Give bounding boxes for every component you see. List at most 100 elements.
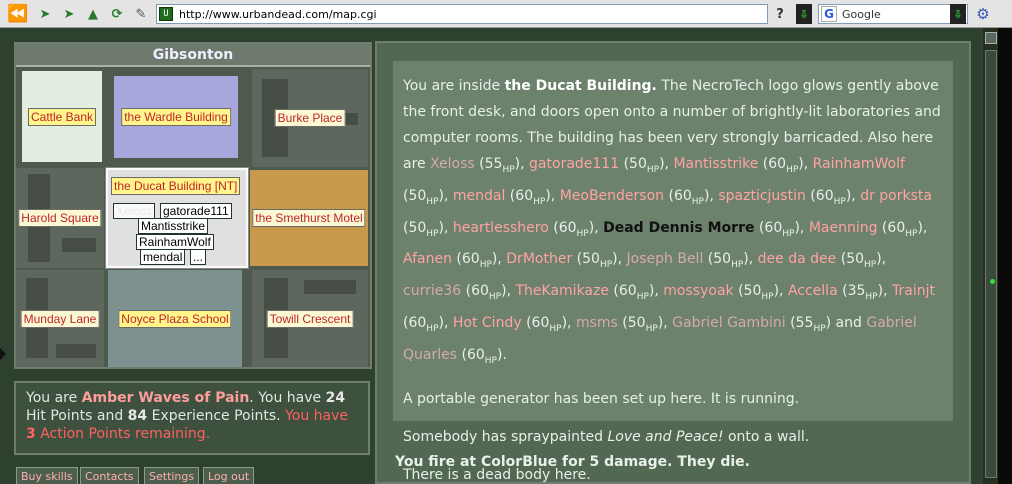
home-icon[interactable]: ⟳ — [108, 4, 126, 24]
player-hp-value: 55 — [484, 156, 503, 172]
move-button-noyce-plaza-school[interactable]: Noyce Plaza School — [118, 309, 232, 328]
player-link[interactable]: MeoBenderson — [560, 188, 664, 204]
player-link[interactable]: Afanen — [403, 251, 452, 267]
bookmark-icon[interactable]: ✎ — [132, 4, 150, 24]
gear-icon[interactable]: ⚙ — [974, 4, 992, 24]
hp-label: HP — [488, 291, 502, 302]
player-link[interactable]: Joseph Bell — [627, 251, 704, 267]
hp-label: HP — [865, 291, 878, 302]
player-link[interactable]: spazticjustin — [718, 188, 806, 204]
hp-label: HP — [502, 164, 515, 175]
survivor-chip-xeloss[interactable]: Xeloss — [113, 203, 156, 219]
graffiti-prefix: Somebody has spraypainted — [403, 428, 608, 445]
browser-toolbar: ⏪ ➤ ➤ ▲ ⟳ ✎ U http://www.urbandead.com/m… — [0, 0, 1012, 28]
description-intro: You are inside — [403, 78, 505, 94]
address-bar-url[interactable]: http://www.urbandead.com/map.cgi — [179, 8, 377, 21]
road-texture — [62, 238, 96, 252]
search-go-icon[interactable]: ⇩ — [950, 4, 966, 24]
player-link[interactable]: Maenning — [809, 220, 878, 236]
player-link[interactable]: heartlesshero — [453, 220, 549, 236]
hp-label: HP — [691, 196, 704, 207]
map-cell-munday-lane: Munday Lane — [16, 270, 104, 367]
survivor-chip-mantisstrike[interactable]: Mantisstrike — [138, 218, 209, 234]
hp-label: HP — [636, 291, 649, 302]
game-page: Gibsonton Cattle Bank the Wardle Buildin… — [0, 28, 982, 484]
player-hp-value: 60 — [887, 219, 906, 236]
player-link[interactable]: gatorade111 — [529, 156, 619, 172]
move-button-wardle-building[interactable]: the Wardle Building — [121, 108, 231, 126]
player-link[interactable]: dr porksta — [860, 188, 932, 204]
help-icon[interactable]: ? — [772, 4, 788, 24]
player-hp-value: 60 — [618, 283, 637, 300]
search-input[interactable]: G Google — [818, 4, 968, 24]
hp-label: HP — [905, 228, 918, 239]
move-button-burke-place[interactable]: Burke Place — [274, 109, 346, 127]
survivor-chip-rainhamwolf[interactable]: RainhamWolf — [136, 234, 214, 250]
survivor-chip-more[interactable]: ... — [190, 249, 207, 265]
player-link[interactable]: Trainjt — [892, 283, 935, 299]
player-link[interactable]: Dead Dennis Morre — [603, 220, 754, 236]
hp-label: HP — [782, 228, 795, 239]
player-hp-value: 50 — [408, 219, 427, 236]
page-scrollbar[interactable] — [982, 28, 998, 484]
player-link[interactable]: Hot Cindy — [453, 315, 522, 331]
map-cell-burke-place: Burke Place — [252, 69, 368, 167]
player-hp-value: 50 — [582, 251, 600, 268]
move-button-cattle-bank[interactable]: Cattle Bank — [27, 107, 97, 126]
player-hp-value: 60 — [461, 251, 480, 268]
go-arrow-icon[interactable]: ⇩ — [796, 4, 812, 24]
player-link[interactable]: currie36 — [403, 283, 461, 299]
player-link[interactable]: DrMother — [506, 251, 572, 267]
player-link[interactable]: Mantisstrike — [673, 156, 758, 172]
action-points-suffix: Action Points remaining. — [35, 426, 211, 442]
location-panel: You are inside the Ducat Building. The N… — [375, 41, 971, 484]
description-paragraph: You are inside the Ducat Building. The N… — [403, 73, 943, 374]
move-button-towill-crescent[interactable]: Towill Crescent — [266, 309, 354, 328]
forward-icon[interactable]: ➤ — [36, 4, 54, 24]
player-hp-value: 55 — [795, 314, 814, 331]
hp-label: HP — [426, 228, 439, 239]
player-link[interactable]: RainhamWolf — [813, 156, 905, 172]
player-link[interactable]: Gabriel Gambini — [672, 315, 786, 331]
player-hp-value: 60 — [408, 314, 427, 331]
player-hp-value: 60 — [558, 219, 577, 236]
hp-label: HP — [479, 260, 492, 271]
hp-label: HP — [813, 323, 826, 334]
player-link[interactable]: mossyoak — [663, 283, 733, 299]
player-hp-value: 60 — [531, 314, 550, 331]
hp-label: HP — [484, 355, 497, 366]
scroll-up-arrow-icon[interactable] — [985, 32, 997, 44]
scroll-thumb[interactable] — [985, 50, 997, 478]
player-hp-value: 60 — [515, 187, 534, 204]
contacts-button[interactable]: Contacts — [80, 467, 139, 484]
survivor-chip-gatorade111[interactable]: gatorade111 — [160, 203, 232, 219]
graffiti-suffix: onto a wall. — [723, 428, 810, 445]
player-link[interactable]: Accella — [788, 283, 838, 299]
player-link[interactable]: msms — [576, 315, 618, 331]
player-status-box: You are Amber Waves of Pain. You have 24… — [14, 381, 370, 455]
player-hp-value: 60 — [471, 283, 489, 300]
back-icon[interactable]: ⏪ — [6, 4, 30, 24]
player-link[interactable]: dee da dee — [758, 251, 837, 267]
hp-label: HP — [426, 196, 439, 207]
map-cell-wardle-building: the Wardle Building — [114, 76, 238, 158]
window-edge — [998, 28, 1012, 484]
settings-button[interactable]: Settings — [144, 467, 200, 484]
player-link[interactable]: Xeloss — [430, 156, 475, 172]
move-button-smethurst-motel[interactable]: the Smethurst Motel — [252, 209, 366, 227]
stop-icon[interactable]: ▲ — [84, 4, 102, 24]
graffiti-text: Somebody has spraypainted Love and Peace… — [403, 424, 943, 450]
survivor-chip-mendal[interactable]: mendal — [140, 249, 186, 265]
buy-skills-button[interactable]: Buy skills — [16, 467, 78, 484]
log-out-button[interactable]: Log out — [203, 467, 255, 484]
status-text: Experience Points. — [147, 408, 286, 424]
player-hp-value: 60 — [673, 187, 692, 204]
player-hp-value: 50 — [743, 283, 762, 300]
move-button-harold-square[interactable]: Harold Square — [18, 209, 102, 227]
move-button-munday-lane[interactable]: Munday Lane — [20, 309, 100, 328]
address-bar[interactable]: U http://www.urbandead.com/map.cgi — [156, 4, 768, 24]
hp-label: HP — [549, 323, 562, 334]
player-link[interactable]: TheKamikaze — [515, 283, 608, 299]
player-link[interactable]: mendal — [453, 188, 505, 204]
reload-icon[interactable]: ➤ — [60, 4, 78, 24]
